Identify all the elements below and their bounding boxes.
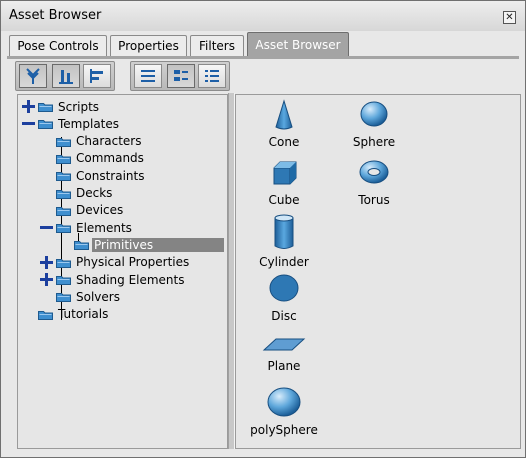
- detail-list-button[interactable]: [198, 64, 226, 88]
- torus-icon: [334, 157, 414, 189]
- tree-item-label: Primitives: [92, 237, 224, 252]
- tab-asset-browser[interactable]: Asset Browser: [247, 32, 349, 57]
- tab-divider: [7, 56, 519, 59]
- folder-icon: [74, 241, 89, 251]
- tree-item-label: Constraints: [76, 168, 145, 183]
- asset-torus[interactable]: Torus: [334, 157, 414, 207]
- icon-view-button[interactable]: [167, 64, 195, 88]
- asset-cylinder[interactable]: Cylinder: [244, 213, 324, 269]
- asset-label: Torus: [358, 193, 390, 207]
- bottom-align-icon: [59, 70, 73, 84]
- tree-item-shading-elements[interactable]: Shading Elements: [56, 271, 187, 288]
- list-view-button[interactable]: [134, 64, 162, 88]
- tree-item-characters[interactable]: Characters: [56, 133, 144, 150]
- asset-label: Sphere: [352, 135, 396, 149]
- tree-item-primitives[interactable]: Primitives: [74, 236, 224, 253]
- asset-label: Cube: [268, 193, 300, 207]
- detail-list-icon: [205, 70, 219, 82]
- folder-icon: [38, 310, 53, 320]
- cylinder-icon: [244, 213, 324, 251]
- cone-icon: [244, 99, 324, 131]
- folder-icon: [56, 276, 71, 285]
- asset-sphere[interactable]: Sphere: [334, 99, 414, 149]
- asset-label: Cone: [268, 135, 300, 149]
- collapse-icon[interactable]: [22, 117, 35, 130]
- polysphere-icon: [244, 387, 324, 419]
- folder-icon: [38, 120, 53, 130]
- view-mode-group: [15, 61, 115, 91]
- tree-view-button[interactable]: [19, 64, 47, 88]
- tree-item-label: Templates: [58, 116, 120, 131]
- asset-label: Disc: [271, 309, 297, 323]
- folder-icon: [56, 206, 71, 216]
- asset-plane[interactable]: Plane: [244, 335, 324, 373]
- folder-icon: [56, 293, 71, 303]
- tree-item-devices[interactable]: Devices: [56, 202, 125, 219]
- tree-item-label: Shading Elements: [76, 272, 185, 287]
- folder-icon: [56, 137, 71, 147]
- icon-view-icon: [174, 70, 188, 81]
- tree-item-decks[interactable]: Decks: [56, 185, 114, 202]
- folder-icon: [38, 103, 53, 112]
- tree-item-label: Devices: [76, 203, 124, 218]
- tree-item-solvers[interactable]: Solvers: [56, 288, 122, 305]
- align-bottom-button[interactable]: [52, 64, 80, 88]
- align-left-button[interactable]: [83, 64, 111, 88]
- expand-icon[interactable]: [40, 273, 53, 286]
- folder-icon: [56, 189, 71, 199]
- tree-item-label: Physical Properties: [76, 255, 190, 270]
- asset-label: polySphere: [250, 423, 318, 437]
- tree-item-commands[interactable]: Commands: [56, 150, 146, 167]
- asset-polysphere[interactable]: polySphere: [244, 387, 324, 437]
- tree-item-elements[interactable]: Elements: [56, 219, 134, 236]
- folder-icon: [56, 172, 71, 182]
- tree-item-label: Commands: [76, 151, 144, 166]
- folder-tree[interactable]: Scripts Templates Characters Commands Constr…: [17, 94, 228, 449]
- asset-label: Cylinder: [259, 255, 309, 269]
- tree-item-tutorials[interactable]: Tutorials: [38, 306, 110, 323]
- asset-disc[interactable]: Disc: [244, 273, 324, 323]
- tab-filters[interactable]: Filters: [190, 35, 244, 57]
- asset-grid[interactable]: Cone Sphere Cube Torus Cylinder Disc Plane poly…: [235, 94, 521, 449]
- tab-pose-controls[interactable]: Pose Controls: [9, 35, 107, 57]
- list-view-icon: [141, 70, 155, 82]
- expand-icon[interactable]: [22, 100, 35, 113]
- left-align-icon: [90, 69, 103, 83]
- plane-icon: [244, 335, 324, 355]
- asset-browser-window: Asset Browser ✕ Pose Controls Properties…: [0, 0, 526, 458]
- tree-item-label: Elements: [76, 220, 132, 235]
- tree-icon: [26, 68, 40, 84]
- tree-item-label: Decks: [76, 186, 113, 200]
- collapse-icon[interactable]: [40, 221, 53, 234]
- close-icon[interactable]: ✕: [503, 11, 516, 24]
- tree-item-scripts[interactable]: Scripts: [38, 98, 101, 115]
- tree-item-label: Scripts: [58, 99, 100, 114]
- title-bar[interactable]: Asset Browser ✕: [1, 1, 525, 31]
- folder-icon: [56, 224, 71, 234]
- tree-item-physical-properties[interactable]: Physical Properties: [56, 254, 191, 271]
- asset-cone[interactable]: Cone: [244, 99, 324, 149]
- asset-label: Plane: [267, 359, 301, 373]
- folder-icon: [56, 154, 71, 164]
- disc-icon: [244, 273, 324, 305]
- tree-item-label: Characters: [76, 134, 142, 149]
- tree-item-templates[interactable]: Templates: [38, 115, 121, 132]
- tree-item-constraints[interactable]: Constraints: [56, 167, 146, 184]
- tree-item-label: Tutorials: [58, 307, 109, 322]
- pane-splitter[interactable]: [228, 93, 235, 449]
- sphere-icon: [334, 99, 414, 131]
- list-mode-group: [130, 61, 230, 91]
- folder-icon: [56, 258, 71, 268]
- tree-item-label: Solvers: [76, 289, 120, 304]
- window-title: Asset Browser: [9, 8, 102, 23]
- asset-cube[interactable]: Cube: [244, 157, 324, 207]
- tab-properties[interactable]: Properties: [110, 35, 187, 57]
- cube-icon: [244, 157, 324, 189]
- expand-icon[interactable]: [40, 255, 53, 269]
